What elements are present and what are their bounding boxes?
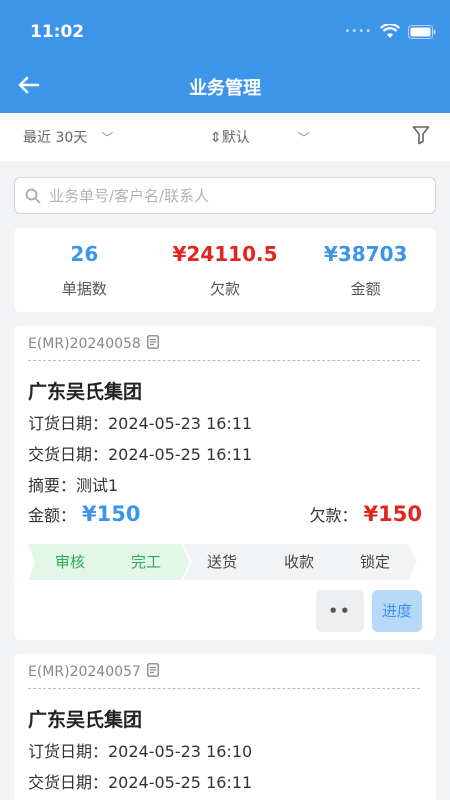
order-summary: 摘要：测试1 <box>28 476 119 495</box>
wifi-icon <box>380 24 400 39</box>
step-review[interactable]: 审核 <box>42 544 98 580</box>
page-title: 业务管理 <box>189 78 261 99</box>
filter-bar: 最近 30天 ﹀ ⇕默认 ﹀ <box>0 113 450 161</box>
summary-amount: ¥38703 金额 <box>295 228 436 312</box>
step-lock[interactable]: 锁定 <box>347 544 403 580</box>
delivery-date: 交货日期：2024-05-25 16:11 <box>28 445 253 464</box>
sort-label: ⇕默认 <box>210 130 250 146</box>
signal-icon: •••• <box>344 26 372 37</box>
search-input[interactable] <box>49 186 409 205</box>
order-card[interactable]: E(MR)20240058 广东吴氏集团 订货日期：2024-05-23 16:… <box>14 326 436 640</box>
summary-count: 26 单据数 <box>14 228 155 312</box>
debt-value: ¥150 <box>363 502 422 526</box>
search-icon <box>25 188 41 203</box>
summary-debt: ¥24110.5 欠款 <box>155 228 296 312</box>
order-date: 订货日期：2024-05-23 16:10 <box>28 742 253 761</box>
summary-count-label: 单据数 <box>61 280 107 298</box>
search-area <box>0 161 450 227</box>
delivery-date: 交货日期：2024-05-25 16:11 <box>28 773 253 792</box>
progress-steps: 审核 完工 送货 收款 锁定 <box>28 544 418 580</box>
amount-value: ¥150 <box>82 502 141 526</box>
order-date: 订货日期：2024-05-23 16:11 <box>28 414 253 433</box>
top-bar: 11:02 •••• 业务管理 <box>0 0 450 113</box>
customer-name: 广东吴氏集团 <box>28 381 143 403</box>
order-card[interactable]: E(MR)20240057 广东吴氏集团 订货日期：2024-05-23 16:… <box>14 654 436 800</box>
status-time: 11:02 <box>30 22 85 42</box>
divider <box>28 360 420 361</box>
date-range-label: 最近 30天 <box>23 130 88 146</box>
date-range-dropdown[interactable]: 最近 30天 ﹀ <box>23 127 113 147</box>
debt-label: 欠款： <box>309 506 358 525</box>
battery-icon <box>408 24 436 39</box>
progress-button[interactable]: 进度 <box>372 590 422 632</box>
copy-icon[interactable] <box>146 335 159 353</box>
more-button[interactable]: •• <box>316 590 364 632</box>
status-icons: •••• <box>344 24 436 39</box>
order-number-text: E(MR)20240057 <box>28 664 141 680</box>
order-number-text: E(MR)20240058 <box>28 336 141 352</box>
summary-amount-value: ¥38703 <box>323 242 408 266</box>
amount-row: 金额： ¥150 欠款： ¥150 <box>28 502 422 530</box>
customer-name: 广东吴氏集团 <box>28 709 143 731</box>
sort-dropdown[interactable]: ⇕默认 ﹀ <box>210 127 310 147</box>
summary-debt-value: ¥24110.5 <box>172 242 278 266</box>
chevron-down-icon: ﹀ <box>101 130 114 145</box>
order-number: E(MR)20240058 <box>28 335 159 353</box>
step-complete[interactable]: 完工 <box>118 544 174 580</box>
step-delivery[interactable]: 送货 <box>194 544 250 580</box>
debt: 欠款： ¥150 <box>310 502 422 526</box>
divider <box>28 688 420 689</box>
order-number: E(MR)20240057 <box>28 663 159 681</box>
amount: 金额： ¥150 <box>28 502 140 526</box>
summary-debt-label: 欠款 <box>210 280 241 298</box>
step-payment[interactable]: 收款 <box>271 544 327 580</box>
amount-label: 金额： <box>28 506 77 525</box>
summary-count-value: 26 <box>70 242 99 266</box>
funnel-icon <box>412 126 430 145</box>
search-box[interactable] <box>14 177 436 214</box>
chevron-down-icon: ﹀ <box>297 130 310 145</box>
filter-button[interactable] <box>412 125 430 149</box>
copy-icon[interactable] <box>146 663 159 681</box>
summary-amount-label: 金额 <box>350 280 381 298</box>
summary-panel: 26 单据数 ¥24110.5 欠款 ¥38703 金额 <box>14 228 436 312</box>
